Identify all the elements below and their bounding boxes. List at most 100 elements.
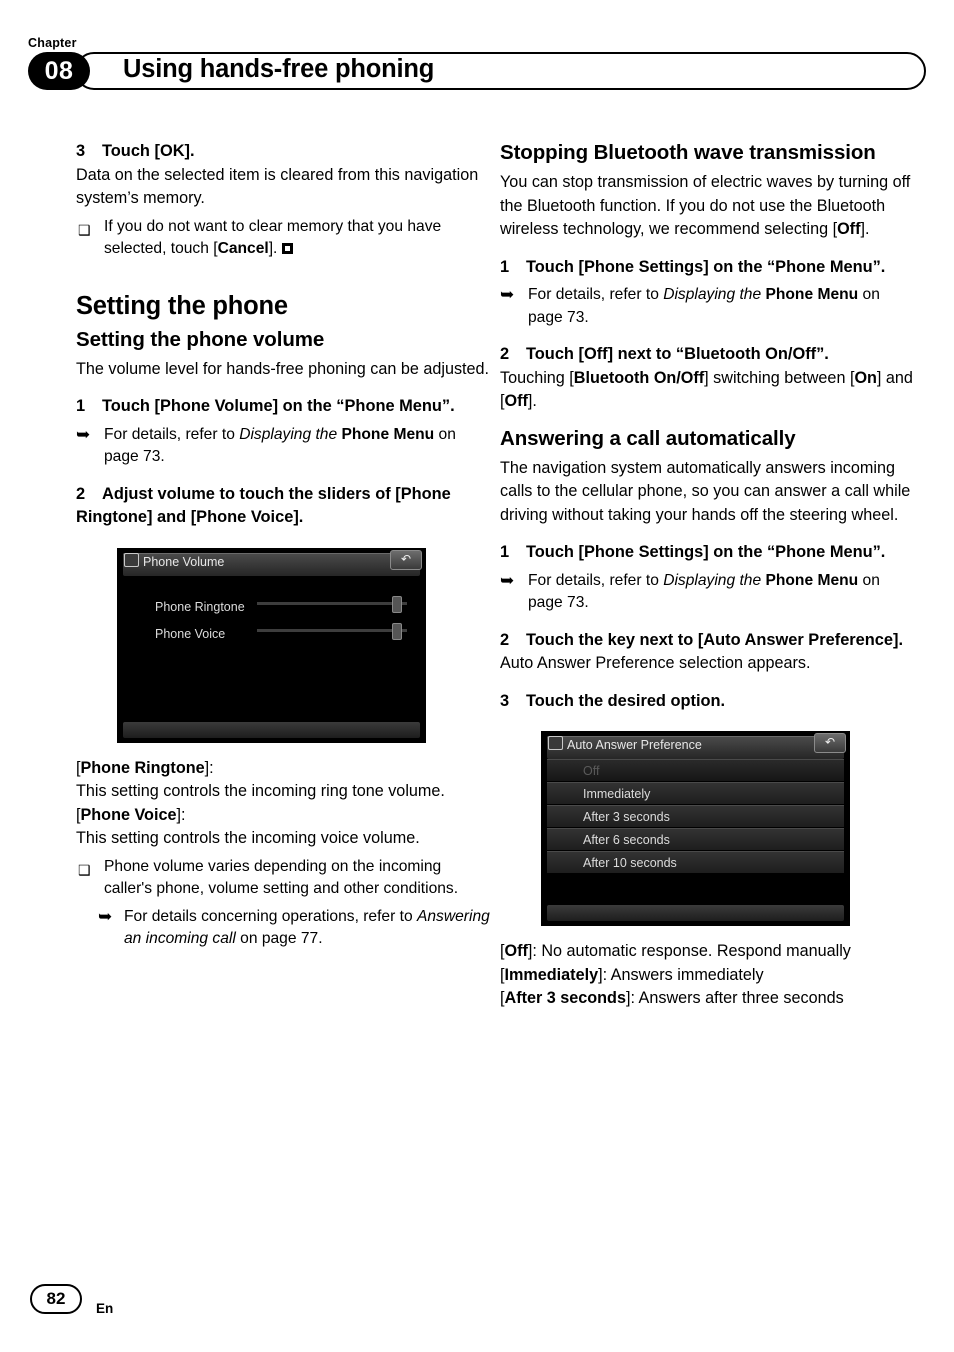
answering-step-1-text: Touch [Phone Settings] on the “Phone Men…: [526, 543, 886, 561]
right-step-2-bold-1: Bluetooth On/Off: [573, 368, 705, 387]
heading-setting-phone-volume: Setting the phone volume: [76, 327, 325, 351]
language-code: En: [96, 1301, 114, 1316]
right-step-1-number: 1: [500, 257, 510, 276]
list-item[interactable]: After 3 seconds: [547, 805, 844, 827]
option-immediately-definition: [Immediately]: Answers immediately: [500, 965, 764, 984]
option-after3-label: After 3 seconds: [504, 989, 626, 1007]
left-step-2-number: 2: [76, 484, 86, 503]
option-off-definition: [Off]: No automatic response. Respond ma…: [500, 942, 851, 960]
volume-intro: The volume level for hands-free phoning …: [76, 359, 490, 378]
slider-handle-ringtone[interactable]: [392, 595, 402, 613]
left-step-1-text: Touch [Phone Volume] on the “Phone Menu”…: [102, 397, 455, 415]
square-bullet-icon: ❑: [78, 861, 91, 878]
left-step-1-note-italic: Displaying the: [239, 425, 342, 443]
right-step-2-heading: 2 Touch [Off] next to “Bluetooth On/Off”.: [500, 343, 914, 367]
end-mark-icon: [281, 243, 293, 254]
page-footer: 82 En: [30, 1284, 150, 1324]
right-step-2-body-b: ] switching between [: [704, 368, 855, 387]
right-step-1-text: Touch [Phone Settings] on the “Phone Men…: [526, 257, 886, 276]
heading-answering-call: Answering a call automatically: [500, 426, 796, 450]
list-item[interactable]: After 6 seconds: [547, 828, 844, 850]
slider-track-voice[interactable]: [257, 628, 407, 632]
answering-step-1-number: 1: [500, 543, 510, 561]
note-volume-varies: ❑ Phone volume varies depending on the i…: [76, 856, 490, 901]
right-step-1-heading: 1 Touch [Phone Settings] on the “Phone Me…: [500, 256, 914, 280]
right-step-1-note: ➥ For details, refer to Displaying the P…: [500, 284, 914, 329]
arrow-bullet-icon: ➥: [98, 906, 113, 926]
option-off-label: Off: [504, 942, 528, 960]
answering-step-2-body: Auto Answer Preference selection appears…: [500, 654, 811, 672]
option-after3-desc: ]: Answers after three seconds: [625, 989, 844, 1007]
right-step-2-bold-2: On: [854, 368, 877, 387]
figure-bottombar: [123, 721, 420, 738]
right-column: Stopping Bluetooth wave transmission You…: [500, 140, 914, 1011]
figure-auto-answer-screen: Auto Answer Preference ↶ Off Immediately…: [541, 731, 850, 926]
page-title: Using hands-free phoning: [123, 55, 435, 83]
answering-step-1-note-bold: Phone Menu: [765, 571, 859, 589]
right-step-2-body-a: Touching [: [500, 368, 574, 387]
answering-step-1-note-italic: Displaying the: [663, 571, 766, 589]
stopping-intro-bold: Off: [837, 220, 861, 238]
step-3-number: 3: [76, 142, 86, 160]
voice-label: Phone Voice: [80, 805, 177, 824]
note-answering-ref-suffix: on page 77.: [235, 930, 323, 947]
right-step-1-note-prefix: For details, refer to: [528, 286, 664, 303]
figure-row-voice: Phone Voice: [155, 626, 226, 641]
right-step-2-text: Touch [Off] next to “Bluetooth On/Off”.: [526, 345, 829, 363]
figure-title: Auto Answer Preference: [567, 738, 702, 752]
left-step-1-note-prefix: For details, refer to: [104, 425, 240, 443]
option-after3-definition: [After 3 seconds]: Answers after three s…: [500, 989, 844, 1007]
heading-setting-the-phone: Setting the phone: [76, 291, 288, 320]
answering-intro: The navigation system automatically answ…: [500, 458, 911, 524]
answering-step-3-heading: 3 Touch the desired option.: [500, 690, 914, 714]
answering-step-3-text: Touch the desired option.: [526, 691, 726, 710]
back-arrow-icon[interactable]: ↶: [814, 733, 846, 753]
voice-definition: [Phone Voice]:: [76, 805, 186, 824]
right-step-2-body: Touching [Bluetooth On/Off] switching be…: [500, 367, 914, 414]
left-column: 3 Touch [OK]. Data on the selected item i…: [76, 140, 490, 951]
left-step-2-heading: 2 Adjust volume to touch the sliders of […: [76, 483, 490, 530]
back-arrow-icon[interactable]: ↶: [390, 549, 422, 570]
answering-step-2-text: Touch the key next to [Auto Answer Prefe…: [526, 630, 904, 649]
answering-step-2-heading: 2 Touch the key next to [Auto Answer Pref…: [500, 629, 914, 653]
answering-step-2-number: 2: [500, 630, 510, 649]
square-bullet-icon: ❑: [78, 221, 91, 238]
left-step-1-note-bold: Phone Menu: [341, 425, 435, 443]
left-step-1-note: ➥ For details, refer to Displaying the P…: [76, 424, 490, 469]
stopping-intro-b: ].: [860, 220, 870, 238]
figure-phone-volume-screen: Phone Volume ↶ Phone Ringtone Phone Voic…: [117, 547, 426, 743]
answering-step-1-note: ➥ For details, refer to Displaying the P…: [500, 570, 914, 615]
arrow-bullet-icon: ➥: [500, 285, 515, 304]
note-answering-ref-prefix: For details concerning operations, refer…: [124, 907, 417, 925]
ringtone-definition: [Phone Ringtone]:: [76, 758, 214, 777]
option-immediately-desc: ]: Answers immediately: [598, 965, 764, 984]
note-answering-ref: ➥ For details concerning operations, ref…: [76, 906, 490, 951]
right-step-1-note-bold: Phone Menu: [765, 286, 859, 303]
phone-icon: [124, 552, 139, 567]
arrow-bullet-icon: ➥: [500, 570, 515, 590]
document-page: Chapter 08 Using hands-free phoning 3 Tou…: [0, 0, 954, 1352]
answering-step-1-heading: 1 Touch [Phone Settings] on the “Phone Me…: [500, 541, 914, 565]
page-header: Chapter 08 Using hands-free phoning: [28, 36, 926, 96]
list-item[interactable]: Immediately: [547, 782, 844, 804]
left-step-1-heading: 1 Touch [Phone Volume] on the “Phone Menu…: [76, 395, 490, 419]
page-number-badge: 82: [30, 1284, 82, 1314]
figure-bottombar: [547, 905, 844, 921]
step-3-text: Touch [OK].: [102, 142, 195, 160]
slider-handle-voice[interactable]: [392, 622, 402, 640]
figure-title: Phone Volume: [143, 554, 225, 569]
ringtone-description: This setting controls the incoming ring …: [76, 782, 445, 800]
note-clear-memory-suffix: ].: [268, 240, 278, 257]
stopping-intro: You can stop transmission of electric wa…: [500, 171, 914, 242]
list-item[interactable]: After 10 seconds: [547, 851, 844, 873]
heading-stopping-bluetooth: Stopping Bluetooth wave transmission: [500, 141, 876, 164]
left-step-1-number: 1: [76, 397, 86, 415]
option-immediately-label: Immediately: [504, 965, 599, 984]
list-item[interactable]: Off: [547, 759, 844, 781]
right-step-2-number: 2: [500, 345, 510, 363]
chapter-label: Chapter: [28, 36, 77, 50]
slider-track-ringtone[interactable]: [257, 601, 407, 605]
arrow-bullet-icon: ➥: [76, 424, 91, 444]
step-3-heading: 3 Touch [OK].: [76, 140, 490, 164]
right-step-1-note-italic: Displaying the: [663, 286, 766, 303]
